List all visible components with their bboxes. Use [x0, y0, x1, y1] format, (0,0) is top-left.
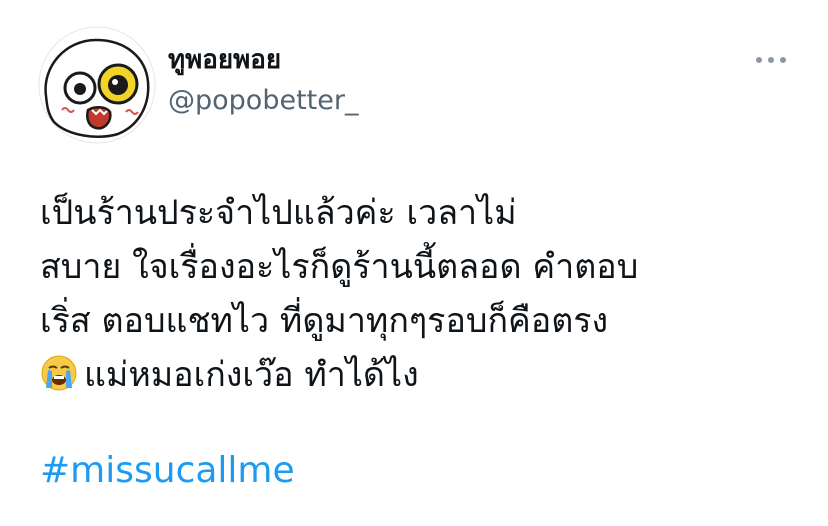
tweet-text-line: เริ่ส ตอบแชทไว ที่ดูมาทุกๆรอบก็คือตรง: [40, 301, 609, 341]
tweet-text: เป็นร้านประจำไปแล้วค่ะ เวลาไม่ สบาย ใจเร…: [40, 186, 810, 402]
more-horizontal-icon[interactable]: [752, 52, 790, 68]
avatar-cartoon-face-icon: [38, 26, 156, 144]
tweet-card: ทูพอยพอย @popobetter_ เป็นร้านประจำไปแล้…: [0, 0, 828, 526]
avatar[interactable]: [38, 26, 156, 144]
display-name[interactable]: ทูพอยพอย: [168, 44, 281, 76]
tweet-text-line: เป็นร้านประจำไปแล้วค่ะ เวลาไม่: [40, 193, 517, 233]
tweet-text-line-last: แม่หมอเก่งเว๊อ ทำได้ไง: [40, 348, 810, 402]
hashtag-link[interactable]: #missucallme: [40, 444, 295, 498]
user-handle[interactable]: @popobetter_: [168, 84, 358, 118]
tweet-text-last-segment: แม่หมอเก่งเว๊อ ทำได้ไง: [84, 355, 419, 395]
loudly-crying-face-icon: [40, 354, 78, 392]
tweet-text-line: สบาย ใจเรื่องอะไรก็ดูร้านนี้ตลอด คำตอบ: [40, 247, 639, 287]
